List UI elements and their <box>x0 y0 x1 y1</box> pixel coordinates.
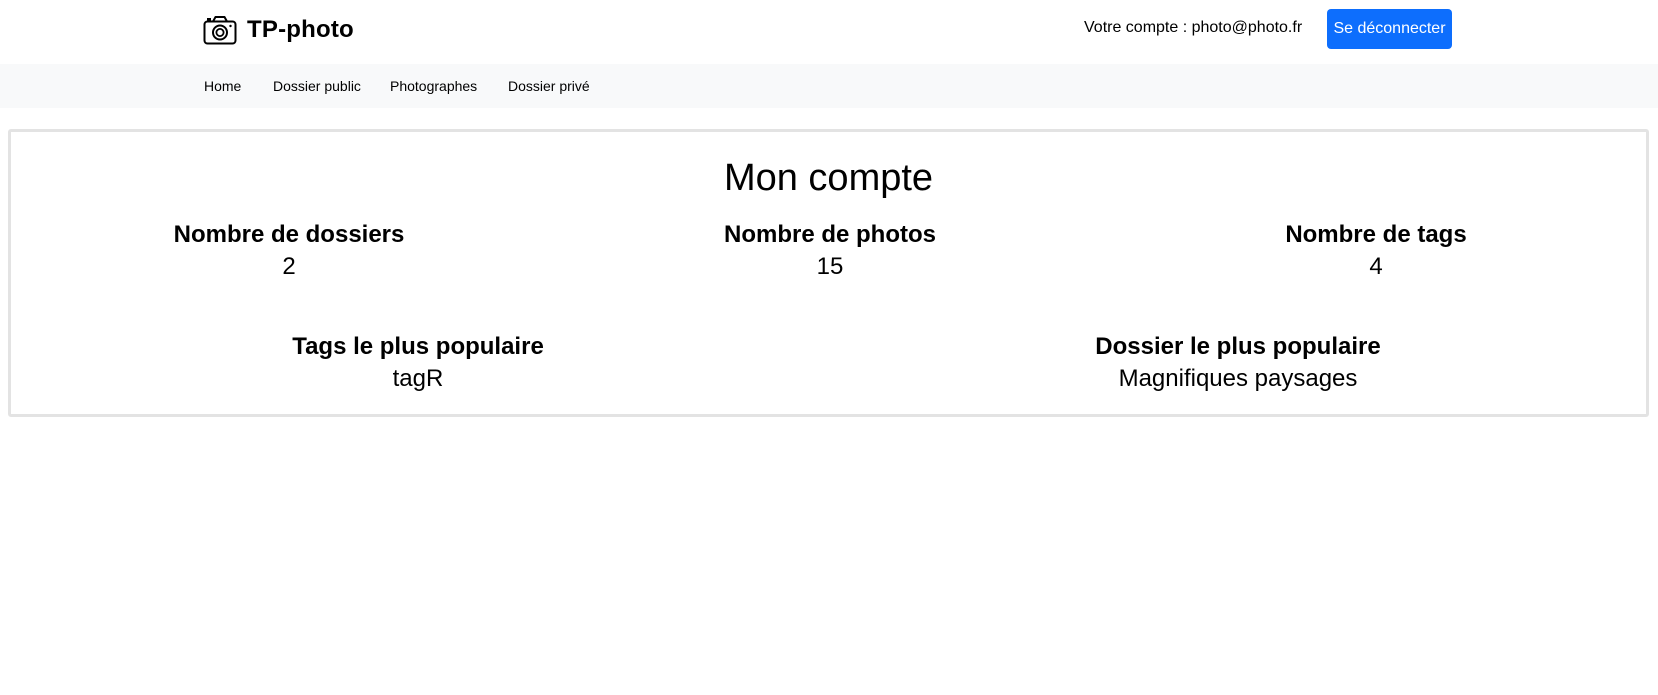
brand[interactable]: TP-photo <box>203 13 354 47</box>
stat-value: tagR <box>392 365 444 392</box>
nav-photographes[interactable]: Photographes <box>390 78 477 94</box>
nav-home[interactable]: Home <box>204 78 241 94</box>
page-title: Mon compte <box>723 157 934 199</box>
stat-label: Tags le plus populaire <box>292 333 544 360</box>
stat-tags: Nombre de tags 4 <box>1176 220 1576 284</box>
stat-folders: Nombre de dossiers 2 <box>89 220 489 284</box>
popular-tag: Tags le plus populaire tagR <box>218 332 618 396</box>
stat-label: Nombre de photos <box>723 221 936 248</box>
nav-dossier-prive[interactable]: Dossier privé <box>508 78 590 94</box>
logout-button[interactable]: Se déconnecter <box>1327 9 1452 49</box>
stat-photos: Nombre de photos 15 <box>630 220 1030 284</box>
brand-title[interactable]: TP-photo <box>247 16 354 44</box>
top-header: TP-photo Votre compte : photo@photo.fr S… <box>0 0 1658 61</box>
main-nav: Home Dossier public Photographes Dossier… <box>0 64 1658 108</box>
popular-folder: Dossier le plus populaire Magnifiques pa… <box>1038 332 1438 396</box>
stat-value: Magnifiques paysages <box>1118 365 1358 392</box>
camera-icon <box>203 15 237 45</box>
stat-label: Nombre de dossiers <box>173 221 405 248</box>
account-email: Votre compte : photo@photo.fr <box>1084 19 1303 36</box>
stat-value: 4 <box>1369 253 1383 280</box>
stat-label: Dossier le plus populaire <box>1095 333 1381 360</box>
stat-label: Nombre de tags <box>1285 221 1467 248</box>
account-card: Mon compte Nombre de dossiers 2 Nombre d… <box>8 129 1649 417</box>
stat-value: 15 <box>816 253 844 280</box>
stat-value: 2 <box>282 253 296 280</box>
nav-dossier-public[interactable]: Dossier public <box>273 78 361 94</box>
